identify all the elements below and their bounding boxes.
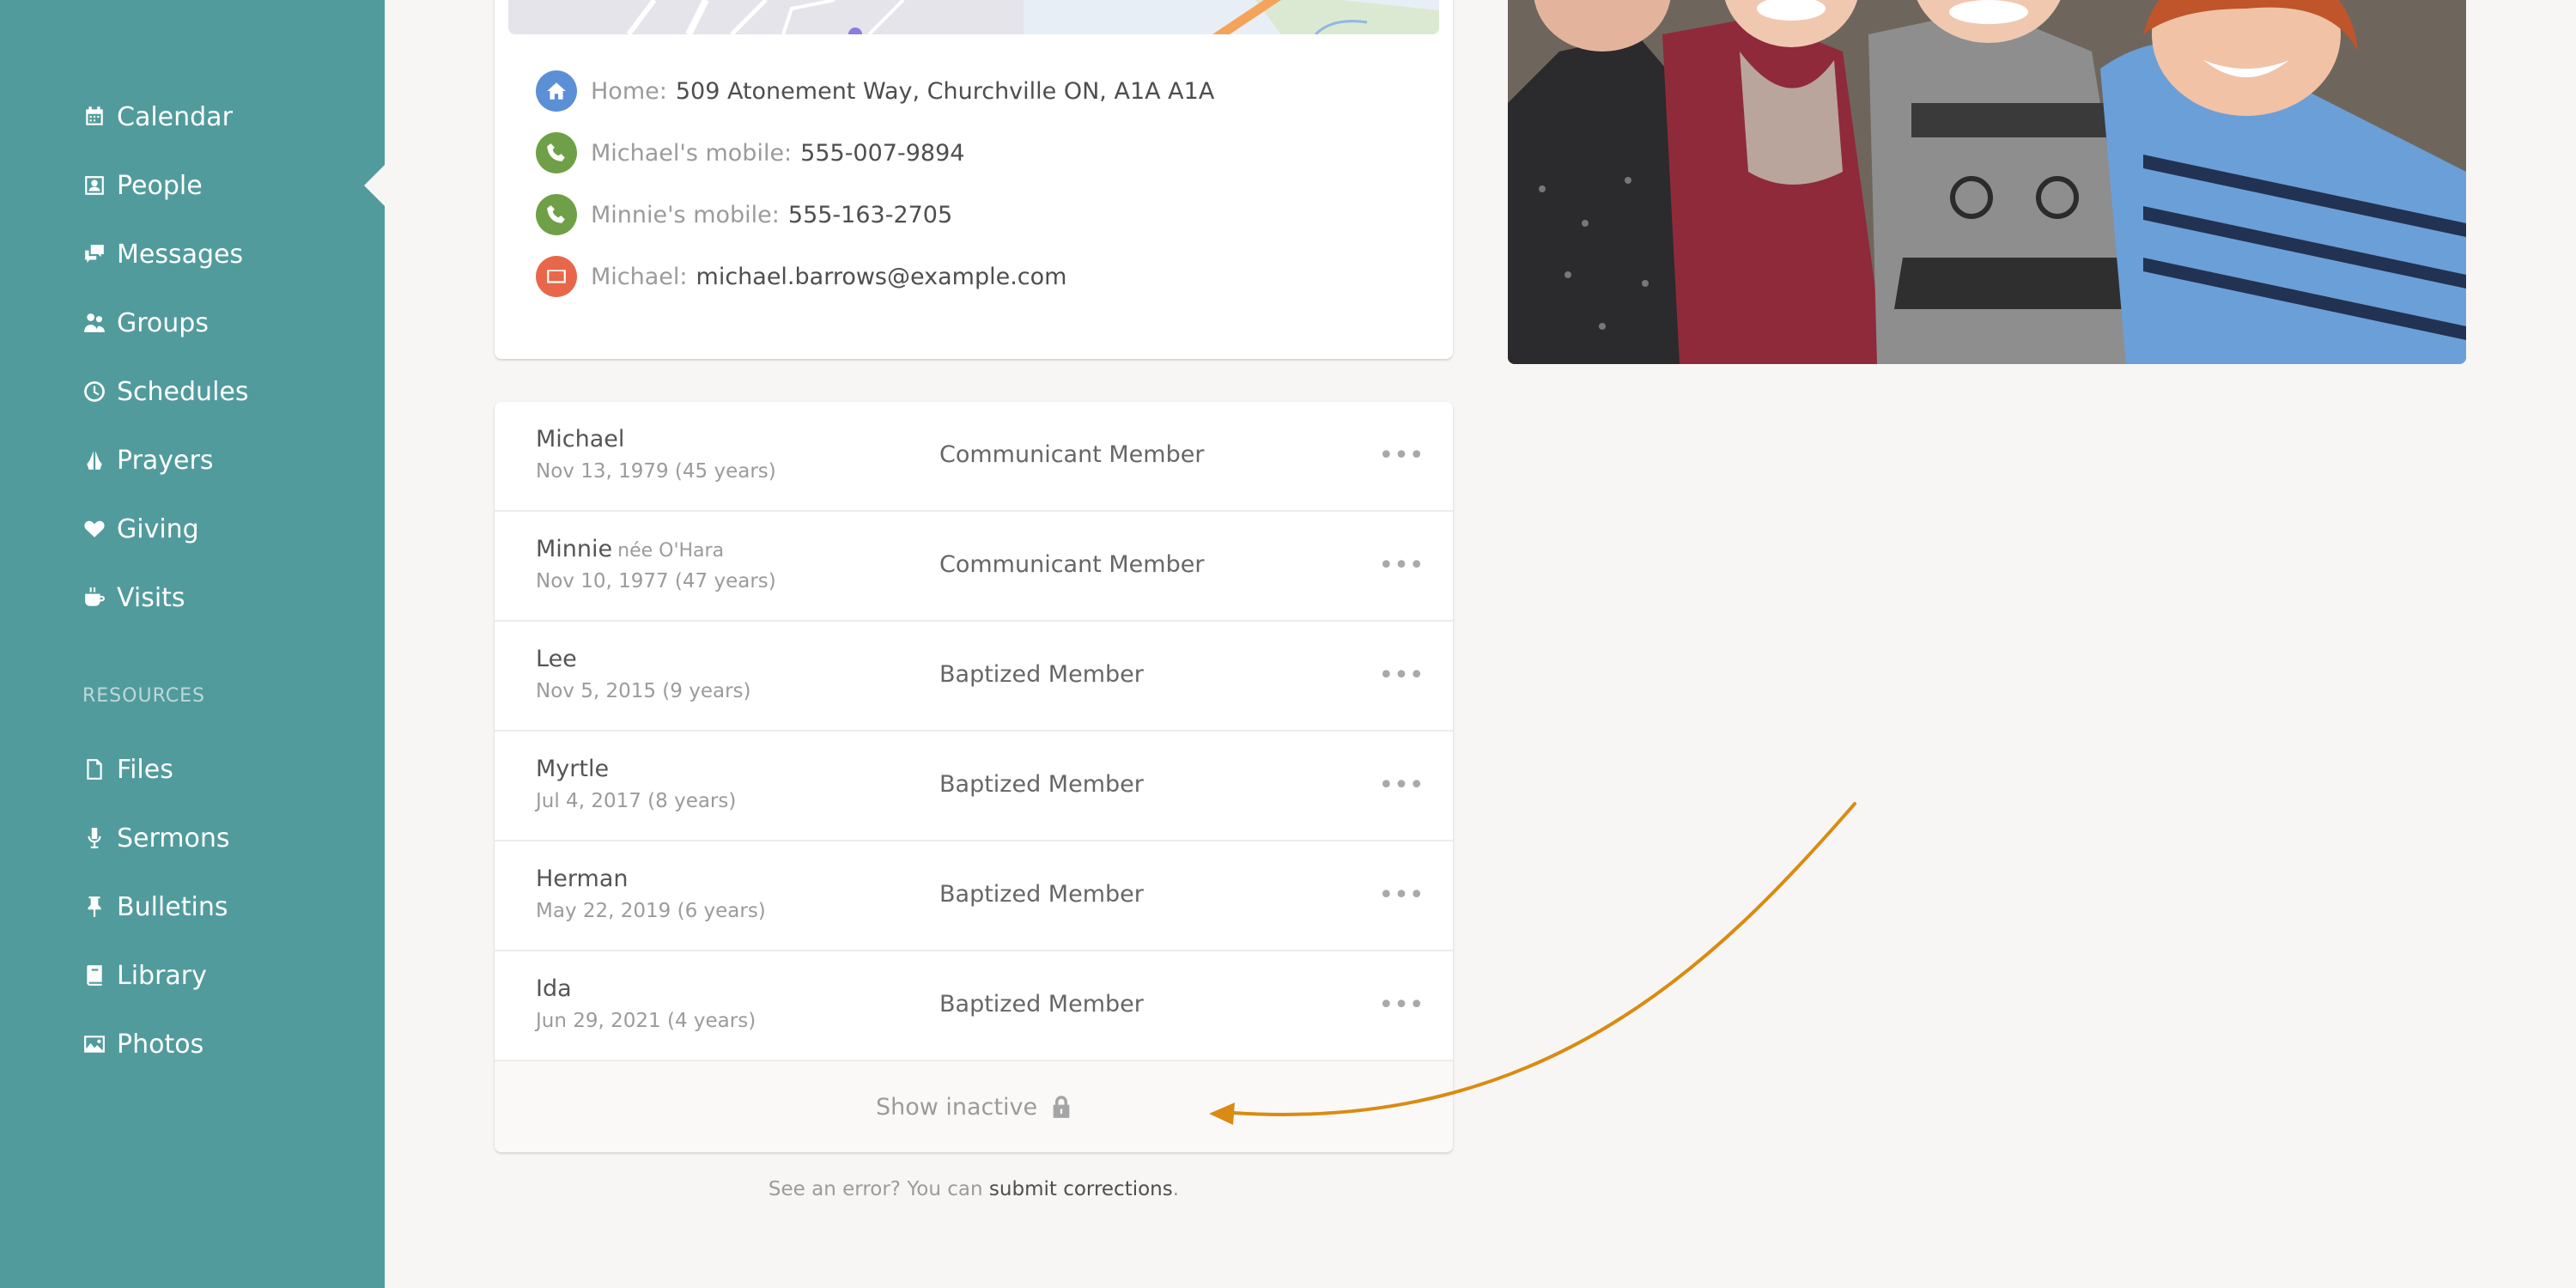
michael-mobile-row: Michael's mobile: 555-007-9894 bbox=[536, 131, 964, 175]
address-map[interactable] bbox=[508, 0, 1439, 34]
sidebar-item-label: Giving bbox=[117, 513, 199, 544]
member-role: Baptized Member bbox=[939, 991, 1144, 1018]
more-options-icon[interactable]: ••• bbox=[1378, 878, 1424, 912]
sidebar-item-messages[interactable]: Messages bbox=[82, 230, 243, 278]
member-name[interactable]: Michael bbox=[536, 426, 624, 453]
table-row[interactable]: Michael Nov 13, 1979 (45 years) Communic… bbox=[495, 402, 1453, 512]
submit-corrections-link[interactable]: submit corrections bbox=[989, 1178, 1173, 1200]
book-icon bbox=[82, 963, 106, 987]
member-name[interactable]: Herman bbox=[536, 866, 629, 892]
member-birthdate: Nov 10, 1977 (47 years) bbox=[536, 570, 776, 592]
member-birthdate: May 22, 2019 (6 years) bbox=[536, 900, 766, 922]
chat-bubbles-icon bbox=[82, 242, 106, 266]
member-birthdate: Jul 4, 2017 (8 years) bbox=[536, 790, 737, 812]
sidebar-item-bulletins[interactable]: Bulletins bbox=[82, 883, 228, 931]
sidebar-item-label: Bulletins bbox=[117, 891, 228, 922]
coffee-cup-icon bbox=[82, 586, 106, 610]
member-role: Communicant Member bbox=[939, 441, 1205, 468]
heart-icon bbox=[82, 517, 106, 541]
more-options-icon[interactable]: ••• bbox=[1378, 768, 1424, 802]
sidebar-item-photos[interactable]: Photos bbox=[82, 1020, 204, 1068]
resources-section-label: RESOURCES bbox=[82, 685, 205, 707]
email-row: Michael: michael.barrows@example.com bbox=[536, 254, 1066, 299]
sidebar-item-visits[interactable]: Visits bbox=[82, 574, 185, 622]
member-name[interactable]: Lee bbox=[536, 646, 577, 672]
member-role: Baptized Member bbox=[939, 661, 1144, 688]
show-inactive-label: Show inactive bbox=[875, 1093, 1038, 1121]
family-photo-image bbox=[1508, 0, 2466, 364]
map-image bbox=[508, 0, 1439, 34]
table-row[interactable]: Myrtle Jul 4, 2017 (8 years) Baptized Me… bbox=[495, 732, 1453, 841]
microphone-icon bbox=[82, 826, 106, 850]
sidebar-item-label: People bbox=[117, 170, 203, 201]
sidebar-item-label: Library bbox=[117, 960, 207, 991]
member-role: Communicant Member bbox=[939, 551, 1205, 578]
sidebar-item-label: Schedules bbox=[117, 376, 249, 407]
calendar-icon bbox=[82, 105, 106, 129]
phone-icon bbox=[536, 132, 577, 173]
member-birthdate: Nov 13, 1979 (45 years) bbox=[536, 460, 776, 483]
more-options-icon[interactable]: ••• bbox=[1378, 987, 1424, 1022]
show-inactive-button[interactable]: Show inactive bbox=[495, 1061, 1453, 1152]
table-row[interactable]: Lee Nov 5, 2015 (9 years) Baptized Membe… bbox=[495, 622, 1453, 732]
member-role: Baptized Member bbox=[939, 881, 1144, 908]
minnie-mobile-row: Minnie's mobile: 555-163-2705 bbox=[536, 192, 952, 237]
sidebar-item-label: Calendar bbox=[117, 101, 233, 132]
corrections-note: See an error? You can submit corrections… bbox=[768, 1178, 1180, 1200]
sidebar-item-people[interactable]: People bbox=[82, 161, 203, 210]
member-role: Baptized Member bbox=[939, 771, 1144, 798]
pushpin-icon bbox=[82, 895, 106, 919]
table-row[interactable]: Ida Jun 29, 2021 (4 years) Baptized Memb… bbox=[495, 951, 1453, 1061]
sidebar-item-giving[interactable]: Giving bbox=[82, 505, 199, 553]
household-members-list: Michael Nov 13, 1979 (45 years) Communic… bbox=[495, 402, 1453, 1152]
sidebar-item-schedules[interactable]: Schedules bbox=[82, 368, 249, 416]
sidebar-item-label: Visits bbox=[117, 582, 185, 613]
sidebar-item-label: Groups bbox=[117, 307, 209, 338]
table-row[interactable]: Minnie née O'Hara Nov 10, 1977 (47 years)… bbox=[495, 512, 1453, 622]
active-nav-pointer bbox=[364, 165, 385, 206]
sidebar-item-label: Photos bbox=[117, 1029, 204, 1060]
sidebar-item-label: Prayers bbox=[117, 445, 214, 476]
phone-icon bbox=[536, 194, 577, 235]
contact-card-icon bbox=[82, 173, 106, 197]
member-birthdate: Nov 5, 2015 (9 years) bbox=[536, 680, 751, 702]
more-options-icon[interactable]: ••• bbox=[1378, 548, 1424, 582]
more-options-icon[interactable]: ••• bbox=[1378, 658, 1424, 692]
sidebar-item-calendar[interactable]: Calendar bbox=[82, 93, 233, 141]
sidebar-item-prayers[interactable]: Prayers bbox=[82, 436, 213, 484]
more-options-icon[interactable]: ••• bbox=[1378, 438, 1424, 472]
member-name[interactable]: Myrtle bbox=[536, 756, 609, 782]
maiden-name: née O'Hara bbox=[617, 540, 725, 562]
family-photo bbox=[1508, 0, 2466, 364]
sidebar-item-label: Sermons bbox=[117, 823, 230, 854]
sidebar-item-library[interactable]: Library bbox=[82, 951, 207, 999]
home-address-row: Home: 509 Atonement Way, Churchville ON,… bbox=[536, 69, 1214, 113]
envelope-icon bbox=[536, 256, 577, 297]
clock-icon bbox=[82, 380, 106, 404]
sidebar-item-files[interactable]: Files bbox=[82, 745, 173, 793]
member-name[interactable]: Minnie née O'Hara bbox=[536, 536, 724, 562]
home-icon bbox=[536, 70, 577, 112]
member-birthdate: Jun 29, 2021 (4 years) bbox=[536, 1010, 756, 1032]
household-contact-card: Home: 509 Atonement Way, Churchville ON,… bbox=[495, 0, 1453, 359]
lock-icon bbox=[1053, 1096, 1070, 1118]
sidebar-item-groups[interactable]: Groups bbox=[82, 299, 209, 347]
table-row[interactable]: Herman May 22, 2019 (6 years) Baptized M… bbox=[495, 841, 1453, 951]
sidebar-item-sermons[interactable]: Sermons bbox=[82, 814, 230, 862]
sidebar-item-label: Files bbox=[117, 754, 173, 785]
sidebar-item-label: Messages bbox=[117, 239, 244, 270]
file-icon bbox=[82, 757, 106, 781]
praying-hands-icon bbox=[82, 448, 106, 472]
member-name[interactable]: Ida bbox=[536, 975, 572, 1002]
sidebar: Calendar People Messages Groups Schedule… bbox=[0, 0, 385, 1288]
people-group-icon bbox=[82, 311, 106, 335]
picture-icon bbox=[82, 1032, 106, 1056]
